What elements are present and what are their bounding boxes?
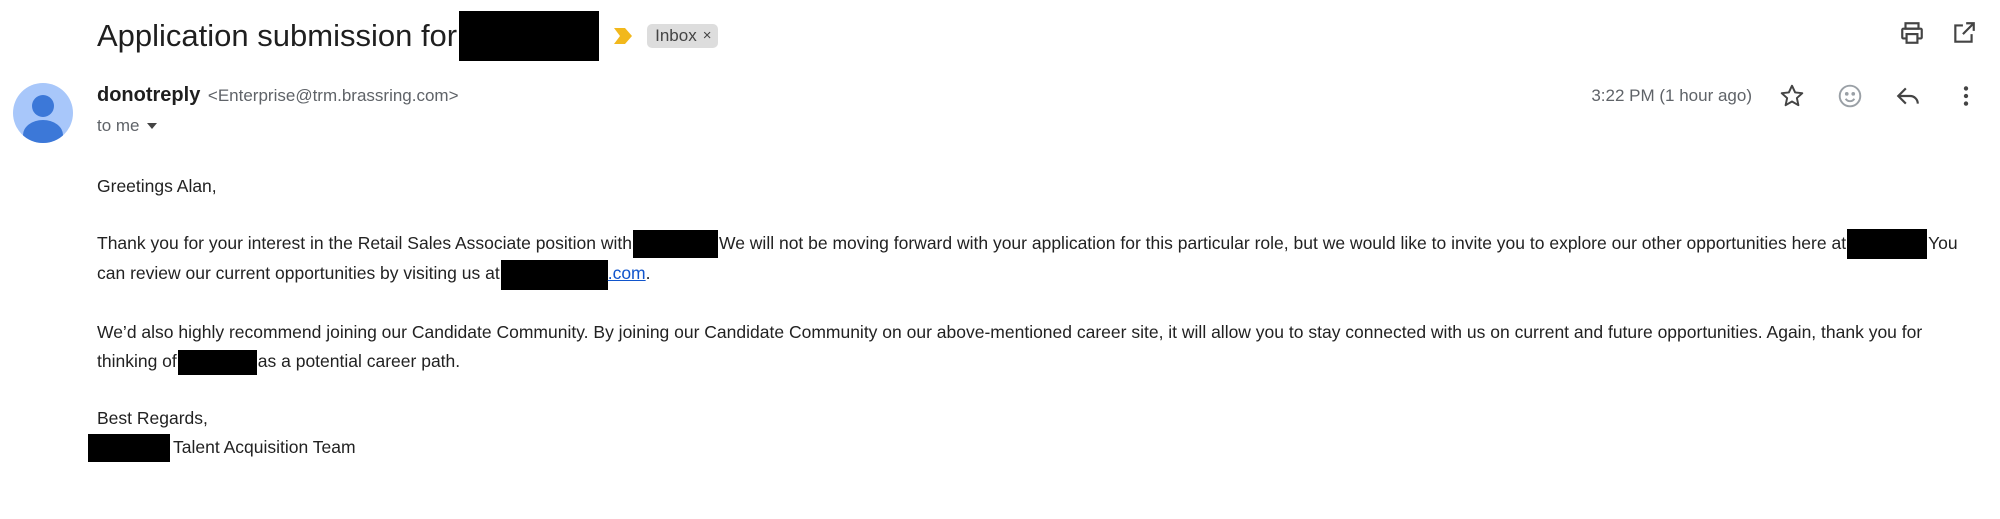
subject-row: Application submission for Inbox ×: [97, 11, 719, 61]
redacted-block: [88, 434, 170, 463]
signature: Talent Acquisition Team: [88, 433, 1977, 463]
sender-email: <Enterprise@trm.brassring.com>: [207, 86, 459, 105]
closing: Best Regards,: [97, 407, 208, 428]
label-chip-text: Inbox: [655, 25, 697, 45]
paragraph-2: We’d also highly recommend joining our C…: [97, 318, 1977, 376]
recipient-details-toggle[interactable]: to me: [97, 116, 158, 136]
sender-name[interactable]: donotreply: [97, 84, 200, 106]
reply-icon[interactable]: [1892, 80, 1924, 112]
timestamp: 3:22 PM (1 hour ago): [1591, 86, 1752, 105]
print-icon[interactable]: [1896, 17, 1928, 49]
career-site-link[interactable]: .com: [608, 263, 646, 283]
redacted-block: [459, 11, 600, 61]
chevron-down-icon: [146, 123, 157, 129]
redacted-block: [177, 349, 257, 375]
redacted-block: [633, 230, 718, 259]
message-meta: 3:22 PM (1 hour ago): [1591, 80, 1982, 112]
greeting: Greetings Alan,: [97, 176, 217, 196]
redacted-block: [1847, 229, 1928, 260]
top-actions: [1896, 17, 1980, 49]
star-icon[interactable]: [1776, 80, 1808, 112]
open-in-new-window-icon[interactable]: [1948, 17, 1980, 49]
remove-label-icon[interactable]: ×: [703, 27, 712, 44]
redacted-block: [500, 259, 608, 290]
recipient-text: to me: [97, 116, 140, 135]
email-body: Greetings Alan, Thank you for your inter…: [88, 172, 1977, 463]
sender-row: donotreply <Enterprise@trm.brassring.com…: [97, 84, 459, 107]
emoji-reaction-icon[interactable]: [1834, 80, 1866, 112]
more-options-icon[interactable]: [1950, 80, 1982, 112]
label-chip-inbox[interactable]: Inbox ×: [647, 24, 719, 48]
paragraph-1: Thank you for your interest in the Retai…: [97, 229, 1977, 290]
importance-marker-icon[interactable]: [613, 27, 633, 45]
email-subject: Application submission for: [97, 18, 458, 53]
avatar: [13, 83, 73, 143]
